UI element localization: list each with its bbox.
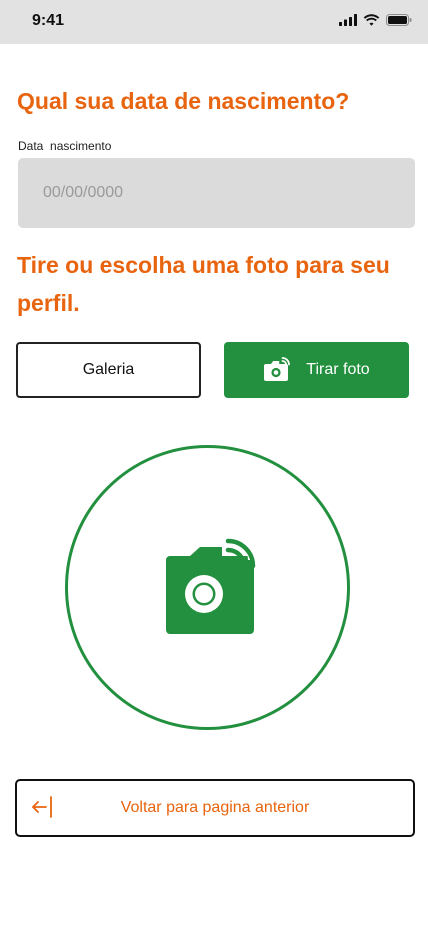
wifi-icon: [363, 14, 380, 26]
status-bar: 9:41: [0, 0, 428, 44]
gallery-button[interactable]: Galeria: [16, 342, 201, 398]
birth-date-question: Qual sua data de nascimento?: [17, 88, 350, 114]
battery-icon: [386, 14, 412, 26]
status-icons: [339, 14, 412, 26]
take-photo-button[interactable]: Tirar foto: [224, 342, 409, 398]
gallery-button-label: Galeria: [82, 361, 135, 378]
birth-date-label: Data nascimento: [18, 139, 112, 153]
birth-date-input[interactable]: [18, 158, 415, 228]
profile-photo-placeholder[interactable]: [65, 445, 350, 730]
cellular-signal-icon: [339, 14, 357, 26]
signup-photo-screen: 9:41 Qual sua data de nascimento? Data n…: [0, 0, 428, 926]
status-time: 9:41: [32, 12, 65, 29]
photo-question: Tire ou escolha uma foto para seu perfil…: [17, 252, 390, 316]
camera-icon: [264, 356, 291, 381]
camera-icon: [165, 537, 258, 634]
take-photo-button-label: Tirar foto: [306, 361, 370, 378]
back-button-label: Voltar para pagina anterior: [120, 799, 310, 816]
back-button[interactable]: Voltar para pagina anterior: [15, 779, 415, 837]
